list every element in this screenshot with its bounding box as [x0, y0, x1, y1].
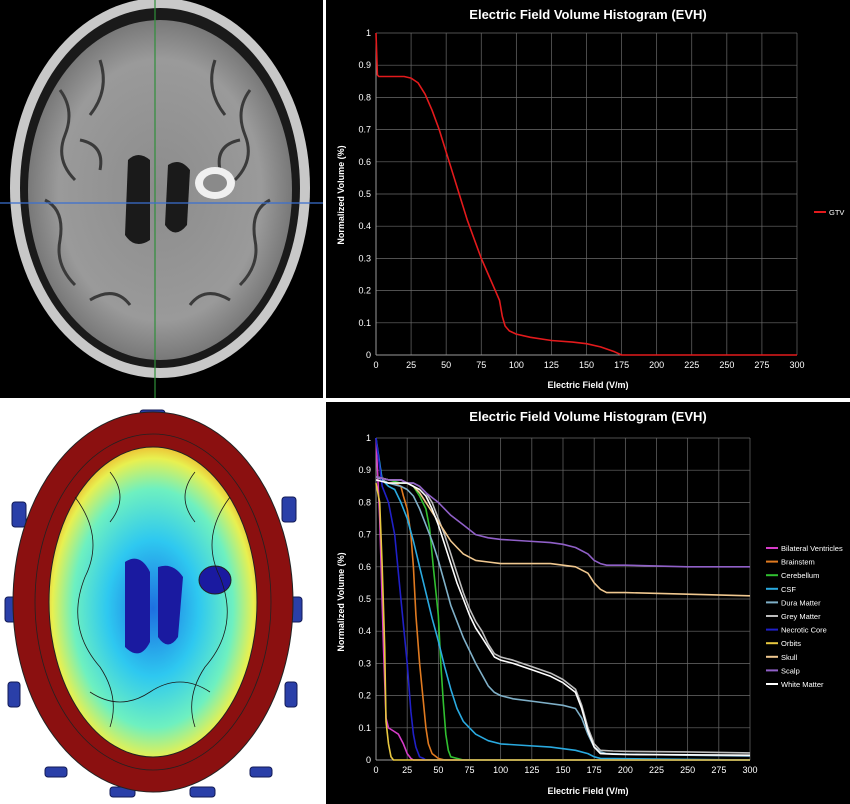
left-ventricle — [125, 155, 150, 244]
legend-label-scalp: Scalp — [781, 666, 800, 675]
evh-chart-tissues: Electric Field Volume Histogram (EVH) El… — [326, 402, 850, 804]
y-tick-label: 0 — [366, 755, 371, 765]
y-tick-label: 0.1 — [358, 318, 371, 328]
ventricle-left-field — [125, 558, 150, 654]
x-tick-label: 225 — [649, 765, 664, 775]
brain-tissue — [28, 20, 292, 360]
y-tick-label: 1 — [366, 28, 371, 38]
x-tick-label: 25 — [402, 765, 412, 775]
y-tick-label: 0.3 — [358, 253, 371, 263]
x-tick-label: 250 — [719, 360, 734, 370]
legend-label-dura-matter: Dura Matter — [781, 598, 821, 607]
legend-label-white-matter: White Matter — [781, 680, 824, 689]
legend-label-grey-matter: Grey Matter — [781, 612, 821, 621]
y-tick-label: 0.5 — [358, 594, 371, 604]
legend-label-gtv: GTV — [829, 208, 844, 217]
legend-label-skull: Skull — [781, 653, 798, 662]
x-tick-label: 300 — [789, 360, 804, 370]
x-tick-label: 100 — [493, 765, 508, 775]
y-tick-label: 0.9 — [358, 60, 371, 70]
legend: GTV — [814, 208, 844, 217]
mri-slice-panel — [0, 0, 323, 398]
x-tick-label: 0 — [373, 360, 378, 370]
legend-label-orbits: Orbits — [781, 639, 801, 648]
x-tick-label: 175 — [587, 765, 602, 775]
evh-chart-gtv: Electric Field Volume Histogram (EVH) El… — [326, 0, 850, 398]
y-tick-label: 0.7 — [358, 125, 371, 135]
y-tick-label: 0.9 — [358, 465, 371, 475]
x-axis-label: Electric Field (V/m) — [547, 786, 628, 796]
y-axis-label: Normalized Volume (%) — [336, 145, 346, 244]
legend-label-brainstem: Brainstem — [781, 558, 815, 567]
legend-label-cerebellum: Cerebellum — [781, 571, 819, 580]
x-tick-label: 75 — [476, 360, 486, 370]
x-tick-label: 50 — [441, 360, 451, 370]
brain-field — [48, 446, 258, 758]
field-map-panel — [0, 402, 323, 804]
legend-label-necrotic-core: Necrotic Core — [781, 626, 827, 635]
x-tick-label: 125 — [524, 765, 539, 775]
y-tick-label: 0.8 — [358, 497, 371, 507]
x-tick-label: 50 — [433, 765, 443, 775]
x-tick-label: 200 — [649, 360, 664, 370]
y-tick-label: 0.2 — [358, 691, 371, 701]
x-tick-label: 175 — [614, 360, 629, 370]
y-tick-label: 0.5 — [358, 189, 371, 199]
x-tick-label: 100 — [509, 360, 524, 370]
right-ventricle — [165, 161, 190, 233]
tumor-core — [203, 174, 227, 192]
y-tick-label: 1 — [366, 433, 371, 443]
x-tick-label: 0 — [373, 765, 378, 775]
legend: Bilateral Ventricles Brainstem Cerebellum C… — [766, 544, 843, 689]
plot-area: 0 25 50 75 100 125 150 175 200 225 250 275 300 0 0.1 0.… — [358, 28, 804, 370]
y-tick-label: 0.1 — [358, 723, 371, 733]
x-tick-label: 250 — [680, 765, 695, 775]
y-tick-label: 0.2 — [358, 286, 371, 296]
tumor-field — [198, 565, 232, 595]
y-tick-label: 0.3 — [358, 658, 371, 668]
x-tick-label: 300 — [742, 765, 757, 775]
y-tick-label: 0.4 — [358, 626, 371, 636]
x-tick-label: 150 — [579, 360, 594, 370]
evh-chart-gtv-svg: Electric Field Volume Histogram (EVH) El… — [336, 7, 844, 390]
y-axis-label: Normalized Volume (%) — [336, 552, 346, 651]
y-tick-label: 0 — [366, 350, 371, 360]
legend-label-csf: CSF — [781, 585, 796, 594]
y-tick-label: 0.7 — [358, 530, 371, 540]
x-tick-label: 275 — [711, 765, 726, 775]
mri-image — [0, 0, 323, 398]
plot-area: 0 25 50 75 100 125 150 175 200 225 250 275 300 0 0.1 0.… — [358, 433, 757, 775]
x-tick-label: 275 — [754, 360, 769, 370]
x-tick-label: 25 — [406, 360, 416, 370]
field-map-image — [4, 409, 303, 798]
chart-title: Electric Field Volume Histogram (EVH) — [469, 7, 706, 22]
evh-chart-tissues-svg: Electric Field Volume Histogram (EVH) El… — [336, 409, 843, 796]
x-tick-label: 225 — [684, 360, 699, 370]
y-tick-label: 0.4 — [358, 221, 371, 231]
x-tick-label: 125 — [544, 360, 559, 370]
y-tick-label: 0.6 — [358, 157, 371, 167]
y-tick-label: 0.6 — [358, 562, 371, 572]
x-tick-label: 200 — [618, 765, 633, 775]
y-tick-label: 0.8 — [358, 92, 371, 102]
chart-title: Electric Field Volume Histogram (EVH) — [469, 409, 706, 424]
x-tick-label: 75 — [464, 765, 474, 775]
x-axis-label: Electric Field (V/m) — [547, 380, 628, 390]
x-tick-label: 150 — [555, 765, 570, 775]
legend-label-bilateral-ventricles: Bilateral Ventricles — [781, 544, 843, 553]
